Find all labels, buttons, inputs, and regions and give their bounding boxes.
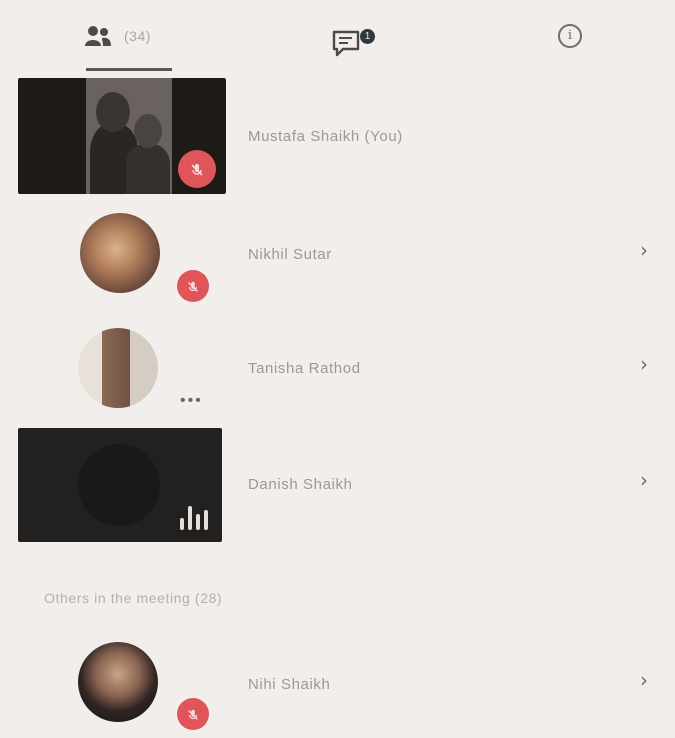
active-tab-indicator (86, 68, 172, 71)
participant-name: Nihi Shaikh (248, 676, 331, 693)
section-heading: Others in the meeting (28) (44, 590, 223, 606)
avatar (78, 642, 158, 722)
chat-icon: 1 (330, 18, 375, 57)
video-figure-head (96, 92, 130, 132)
chevron-right-icon: › (640, 238, 648, 262)
mic-muted-icon (178, 150, 216, 188)
tab-info[interactable]: i (558, 0, 598, 72)
people-icon (84, 25, 112, 47)
tab-chat[interactable]: 1 (330, 0, 390, 72)
participant-name: Nikhil Sutar (248, 246, 332, 263)
info-icon: i (558, 24, 582, 48)
mic-muted-icon (177, 698, 209, 730)
participant-name: Tanisha Rathod (248, 360, 361, 377)
participant-count: (34) (124, 28, 151, 44)
more-options-icon: ••• (180, 392, 203, 409)
video-figure-head (134, 114, 162, 148)
chevron-right-icon: › (640, 668, 648, 692)
tab-people[interactable]: (34) (84, 0, 184, 72)
chevron-right-icon: › (640, 352, 648, 376)
avatar-placeholder (78, 444, 160, 526)
avatar (80, 213, 160, 293)
speaking-indicator-icon (178, 500, 214, 530)
tab-bar: (34) 1 i (0, 0, 675, 72)
participant-name: Mustafa Shaikh (You) (248, 128, 403, 145)
video-figure (126, 144, 170, 194)
mic-muted-icon (177, 270, 209, 302)
self-video-frame (86, 78, 172, 194)
chat-unread-badge: 1 (360, 29, 375, 44)
avatar (78, 328, 158, 408)
chevron-right-icon: › (640, 468, 648, 492)
participant-name: Danish Shaikh (248, 476, 353, 493)
